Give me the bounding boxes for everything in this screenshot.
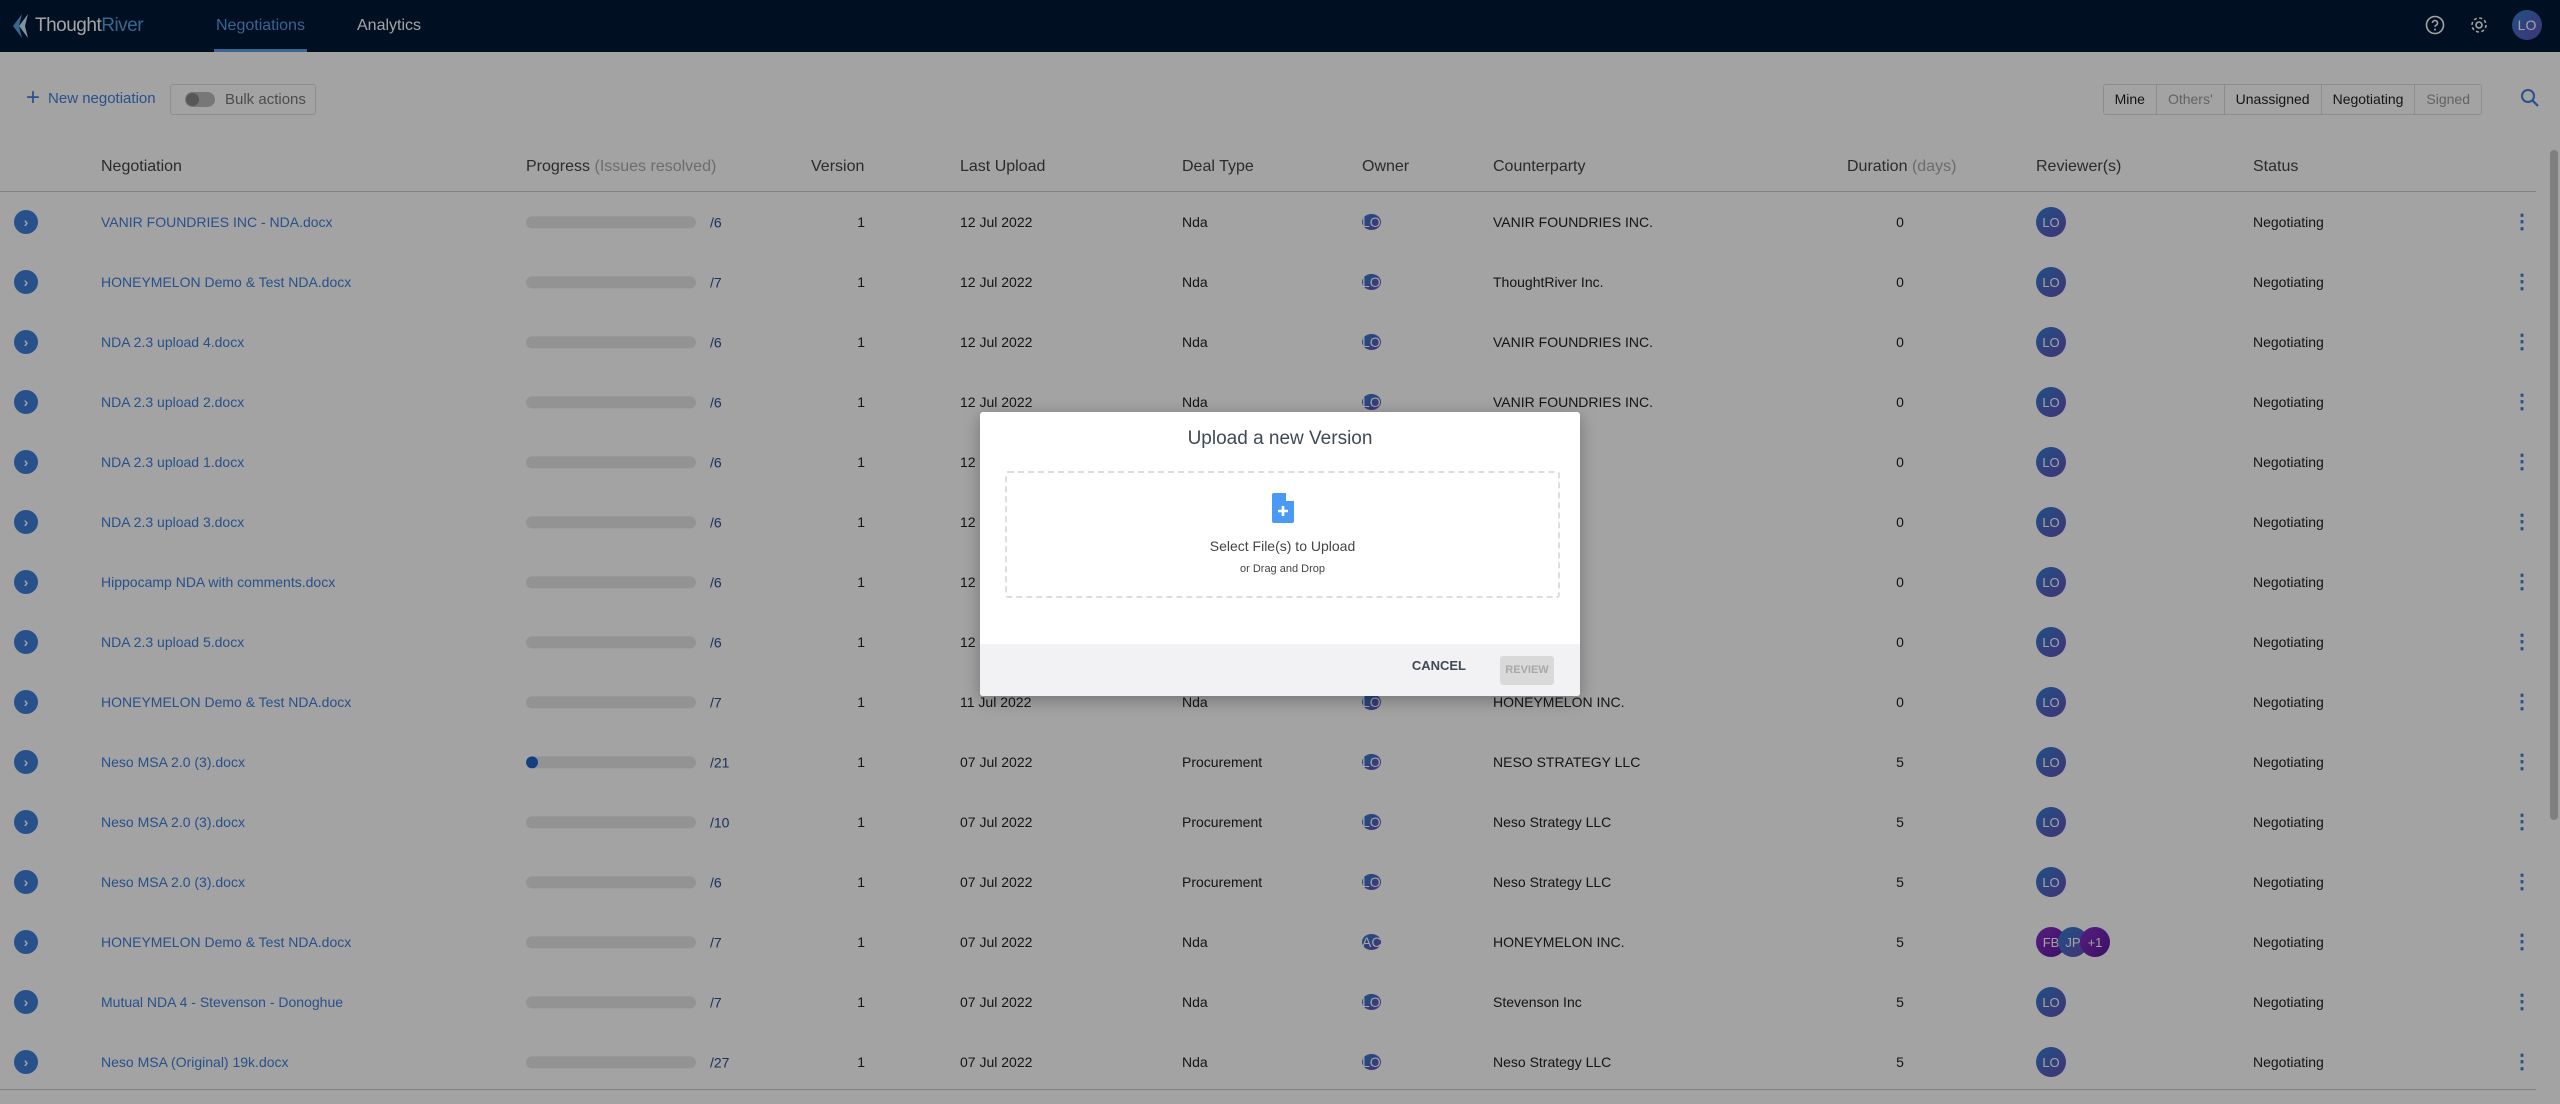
modal-title: Upload a new Version [1187,428,1373,449]
select-files-link[interactable]: Select File(s) to Upload [1007,538,1558,554]
review-button[interactable]: REVIEW [1500,656,1554,685]
file-add-icon [1271,493,1294,523]
drag-drop-hint: or Drag and Drop [1240,563,1325,575]
modal-footer: CANCEL REVIEW [980,644,1580,696]
upload-version-modal: Upload a new Version Select File(s) to U… [980,412,1580,696]
file-drop-zone[interactable]: Select File(s) to Upload or Drag and Dro… [1005,471,1560,598]
cancel-button[interactable]: CANCEL [1412,658,1466,673]
